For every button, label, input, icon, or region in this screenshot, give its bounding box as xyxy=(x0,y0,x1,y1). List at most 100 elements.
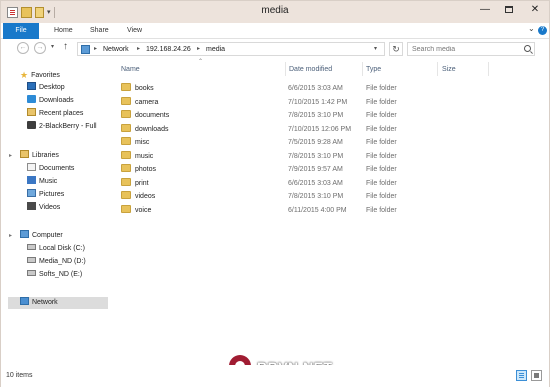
folder-icon xyxy=(121,204,131,213)
details-view-icon[interactable] xyxy=(516,370,527,381)
nav-item-downloads[interactable]: Downloads xyxy=(27,95,74,107)
up-arrow-icon[interactable]: ↑ xyxy=(63,41,68,52)
breadcrumb-separator-icon[interactable]: ▸ xyxy=(197,44,200,55)
expand-computer-chevron-icon[interactable]: ▸ xyxy=(9,230,12,242)
nav-item-media-nd-d[interactable]: Media_ND (D:) xyxy=(27,256,86,268)
list-item[interactable]: documents 7/8/2015 3:10 PM File folder xyxy=(119,109,543,122)
large-icons-view-icon[interactable] xyxy=(531,370,542,381)
pictures-icon xyxy=(27,189,36,198)
drive-icon xyxy=(27,257,36,264)
search-box[interactable] xyxy=(407,42,535,56)
sort-indicator-icon: ⌃ xyxy=(198,59,204,65)
date-modified-cell: 7/8/2015 3:10 PM xyxy=(288,112,344,119)
nav-item-softs-nd-e[interactable]: Softs_ND (E:) xyxy=(27,269,82,281)
help-icon[interactable]: ? xyxy=(538,26,547,35)
tab-home[interactable]: Home xyxy=(54,23,73,39)
tab-file[interactable]: File xyxy=(3,23,39,39)
file-name-cell: music xyxy=(121,150,153,163)
list-item[interactable]: camera 7/10/2015 1:42 PM File folder xyxy=(119,96,543,109)
recent-locations-chevron-icon[interactable]: ▾ xyxy=(51,43,54,50)
breadcrumb-network[interactable]: Network xyxy=(103,44,129,55)
expand-libraries-chevron-icon[interactable]: ▸ xyxy=(9,150,12,162)
column-header-type[interactable]: Type xyxy=(366,64,381,76)
expand-ribbon-chevron-icon[interactable]: ⌄ xyxy=(528,24,535,33)
maximize-button[interactable] xyxy=(497,1,521,19)
list-item[interactable]: voice 6/11/2015 4:00 PM File folder xyxy=(119,204,543,217)
search-input[interactable] xyxy=(408,43,518,55)
column-divider[interactable] xyxy=(285,62,286,76)
folder-icon xyxy=(121,96,131,105)
breadcrumb-host[interactable]: 192.168.24.26 xyxy=(146,44,191,55)
folder-icon xyxy=(121,137,131,146)
tab-share[interactable]: Share xyxy=(90,23,109,39)
column-header-date-modified[interactable]: Date modified xyxy=(289,64,332,76)
nav-label: Desktop xyxy=(39,84,65,91)
nav-item-videos[interactable]: Videos xyxy=(27,202,60,214)
date-modified-cell: 7/8/2015 3:10 PM xyxy=(288,193,344,200)
date-modified-cell: 6/11/2015 4:00 PM xyxy=(288,206,347,214)
music-icon xyxy=(27,176,36,185)
nav-network[interactable]: Network xyxy=(8,297,108,309)
nav-item-blackberry[interactable]: 2-BlackBerry - Full xyxy=(27,121,97,133)
date-modified-cell: 7/8/2015 3:10 PM xyxy=(288,152,344,160)
file-name: voice xyxy=(135,206,152,214)
tab-view[interactable]: View xyxy=(127,23,142,39)
navigation-pane: ★ Favorites Desktop Downloads Recent plac… xyxy=(1,59,112,365)
close-button[interactable]: ✕ xyxy=(521,1,549,19)
back-arrow-icon: ← xyxy=(19,44,27,51)
file-name: music xyxy=(135,152,154,160)
refresh-button[interactable]: ↻ xyxy=(389,42,403,56)
nav-label: Softs_ND (E:) xyxy=(39,271,83,278)
type-cell: File folder xyxy=(366,85,397,92)
breadcrumb-media[interactable]: media xyxy=(206,44,225,55)
list-item[interactable]: downloads 7/10/2015 12:06 PM File folder xyxy=(119,123,543,136)
date-modified-cell: 7/10/2015 12:06 PM xyxy=(288,125,352,133)
list-item[interactable]: photos 7/9/2015 9:57 AM File folder xyxy=(119,163,543,176)
file-name-cell: books xyxy=(121,82,154,95)
list-item[interactable]: music 7/8/2015 3:10 PM File folder xyxy=(119,150,543,163)
file-list: ⌃ Name Date modified Type Size books 6/6… xyxy=(112,59,549,365)
file-name-cell: print xyxy=(121,177,149,190)
nav-favorites[interactable]: ★ Favorites xyxy=(20,69,60,81)
status-bar: 10 items xyxy=(1,365,549,387)
minimize-button[interactable]: — xyxy=(473,1,497,19)
close-icon: ✕ xyxy=(530,4,540,15)
drive-icon xyxy=(27,270,36,277)
file-name-cell: misc xyxy=(121,136,149,149)
libraries-icon xyxy=(20,150,29,159)
folder-icon xyxy=(121,177,131,186)
videos-icon xyxy=(27,202,36,211)
list-item[interactable]: books 6/6/2015 3:03 AM File folder xyxy=(119,82,543,95)
date-modified-cell: 6/6/2015 3:03 AM xyxy=(288,179,343,187)
column-header-size[interactable]: Size xyxy=(442,64,456,76)
breadcrumb-separator-icon[interactable]: ▸ xyxy=(137,44,140,55)
file-name-cell: videos xyxy=(121,190,155,203)
nav-item-music[interactable]: Music xyxy=(27,176,57,188)
nav-libraries[interactable]: Libraries xyxy=(20,150,59,162)
list-item[interactable]: videos 7/8/2015 3:10 PM File folder xyxy=(119,190,543,203)
address-history-chevron-icon[interactable]: ▾ xyxy=(374,44,377,55)
nav-label: Local Disk (C:) xyxy=(39,245,85,252)
nav-item-desktop[interactable]: Desktop xyxy=(27,82,65,94)
nav-item-pictures[interactable]: Pictures xyxy=(27,189,64,201)
nav-item-recent-places[interactable]: Recent places xyxy=(27,108,83,120)
back-button[interactable]: ← xyxy=(17,42,29,54)
column-divider[interactable] xyxy=(488,62,489,76)
nav-item-local-disk-c[interactable]: Local Disk (C:) xyxy=(27,243,85,255)
column-header-name[interactable]: Name xyxy=(121,64,140,76)
list-item[interactable]: misc 7/5/2015 9:28 AM File folder xyxy=(119,136,543,149)
forward-button[interactable]: → xyxy=(34,42,46,54)
nav-label: Documents xyxy=(39,165,75,172)
folder-icon xyxy=(121,83,131,92)
address-bar[interactable]: ▸ Network ▸ 192.168.24.26 ▸ media ▾ xyxy=(77,42,385,56)
column-divider[interactable] xyxy=(362,62,363,76)
date-modified-cell: 7/5/2015 9:28 AM xyxy=(288,139,343,146)
column-divider[interactable] xyxy=(437,62,438,76)
folder-icon xyxy=(121,164,131,173)
breadcrumb-separator-icon[interactable]: ▸ xyxy=(94,44,97,55)
nav-item-documents[interactable]: Documents xyxy=(27,163,74,175)
search-icon[interactable] xyxy=(524,45,531,52)
nav-label: Libraries xyxy=(32,152,59,159)
nav-computer[interactable]: Computer xyxy=(20,230,63,242)
list-item[interactable]: print 6/6/2015 3:03 AM File folder xyxy=(119,177,543,190)
